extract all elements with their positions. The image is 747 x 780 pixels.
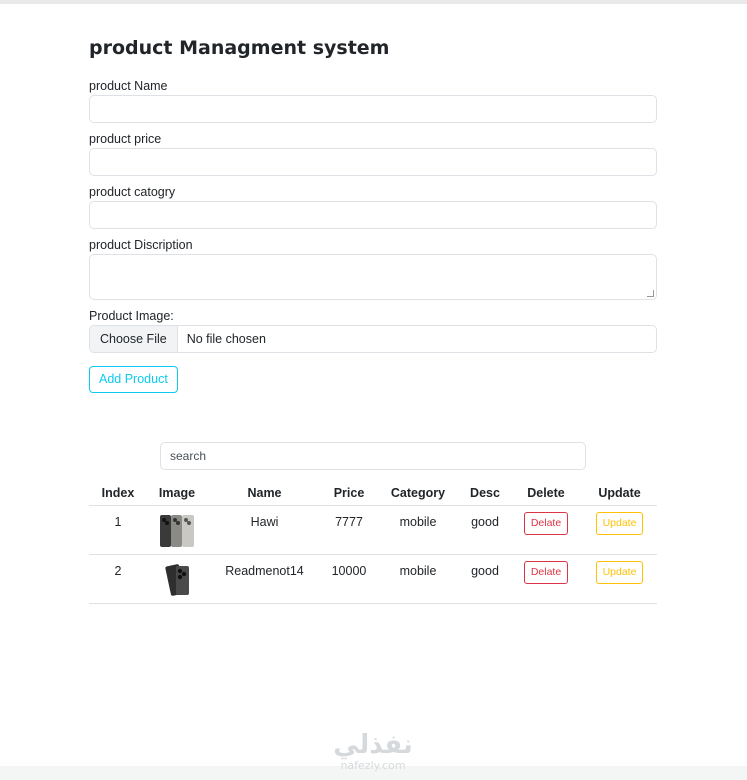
cell-desc: good xyxy=(460,554,510,604)
product-form-container: product Managment system product Name pr… xyxy=(89,36,657,393)
cell-category: mobile xyxy=(376,505,460,555)
product-category-input[interactable] xyxy=(89,201,657,229)
cell-desc: good xyxy=(460,505,510,555)
product-image-file-input[interactable]: Choose File No file chosen xyxy=(89,325,657,353)
watermark-site: nafezly.com xyxy=(340,759,406,772)
cell-delete: Delate xyxy=(510,505,582,555)
cell-image xyxy=(147,505,207,555)
cell-price: 10000 xyxy=(322,554,376,604)
file-status-text: No file chosen xyxy=(186,332,266,346)
header-update: Update xyxy=(582,480,657,506)
watermark-logo: نفذلي xyxy=(333,730,413,760)
header-desc: Desc xyxy=(460,480,510,506)
update-button[interactable]: Update xyxy=(595,561,644,584)
cell-delete: Delate xyxy=(510,554,582,604)
header-category: Category xyxy=(376,480,460,506)
browser-top-edge xyxy=(0,0,747,4)
header-delete: Delete xyxy=(510,480,582,506)
cell-index: 1 xyxy=(89,505,147,555)
cell-price: 7777 xyxy=(322,505,376,555)
cell-update: Update xyxy=(582,554,657,604)
product-name-input[interactable] xyxy=(89,95,657,123)
cell-index: 2 xyxy=(89,554,147,604)
header-image: Image xyxy=(147,480,207,506)
product-image-label: Product Image: xyxy=(89,309,174,323)
cell-image xyxy=(147,554,207,604)
search-input[interactable] xyxy=(160,442,586,470)
cell-category: mobile xyxy=(376,554,460,604)
delete-button[interactable]: Delate xyxy=(523,512,569,535)
add-product-button[interactable]: Add Product xyxy=(89,366,178,393)
watermark: نفذلي nafezly.com xyxy=(326,730,420,776)
product-price-label: product price xyxy=(89,132,162,146)
cell-update: Update xyxy=(582,505,657,555)
cell-name: Readmenot14 xyxy=(207,554,322,604)
choose-file-button[interactable]: Choose File xyxy=(90,326,178,352)
product-description-label: product Discription xyxy=(89,238,193,252)
cell-name: Hawi xyxy=(207,505,322,555)
resize-handle-icon[interactable] xyxy=(647,290,654,297)
table-header-row: Index Image Name Price Category Desc Del… xyxy=(89,480,657,506)
product-category-label: product catogry xyxy=(89,185,176,199)
header-name: Name xyxy=(207,480,322,506)
product-name-label: product Name xyxy=(89,79,168,93)
update-button[interactable]: Update xyxy=(595,512,644,535)
table-row: 2 Readmenot14 10000 mobile good Delate U… xyxy=(89,554,657,604)
product-price-input[interactable] xyxy=(89,148,657,176)
page-title: product Managment system xyxy=(89,37,390,59)
header-index: Index xyxy=(89,480,147,506)
products-table: Index Image Name Price Category Desc Del… xyxy=(89,480,657,604)
delete-button[interactable]: Delate xyxy=(523,561,569,584)
product-thumbnail-phone-icon xyxy=(159,563,195,597)
product-thumbnail-phones-icon xyxy=(159,514,195,548)
product-description-textarea[interactable] xyxy=(89,254,657,300)
table-row: 1 Hawi 7777 mobile good Delate Update xyxy=(89,505,657,555)
header-price: Price xyxy=(322,480,376,506)
